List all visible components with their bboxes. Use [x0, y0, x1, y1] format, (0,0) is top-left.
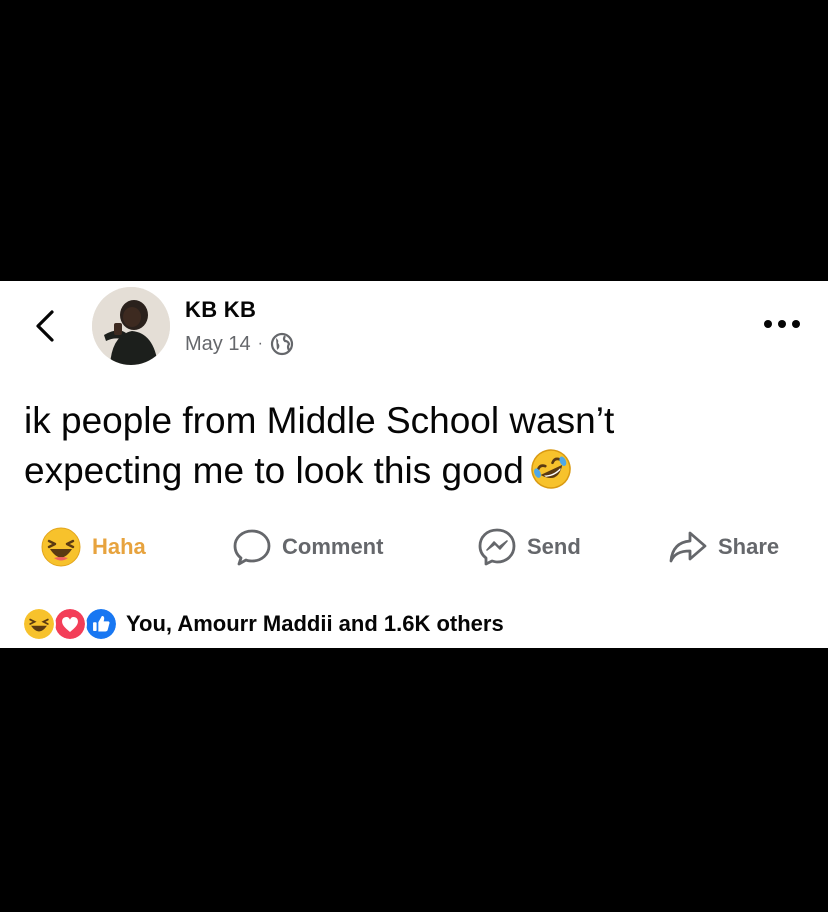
rolling-on-floor-laughing-emoji — [531, 449, 571, 489]
post-text: ik people from Middle School wasn’t expe… — [24, 396, 804, 496]
share-arrow-icon — [669, 531, 707, 563]
post-meta: May 14 · — [185, 332, 294, 356]
send-label: Send — [527, 534, 581, 559]
post-text-line-2: expecting me to look this good — [24, 446, 804, 496]
reaction-summary[interactable]: You, Amourr Maddii and 1.6K others — [22, 604, 504, 644]
back-button[interactable] — [26, 304, 66, 348]
comment-label: Comment — [282, 534, 384, 559]
more-options-button[interactable] — [760, 312, 804, 336]
share-button[interactable]: Share — [668, 525, 779, 569]
comment-bubble-icon — [233, 529, 271, 566]
like-icon — [84, 607, 118, 641]
more-dots-icon — [764, 320, 800, 328]
love-icon — [53, 607, 87, 641]
author-name[interactable]: KB KB — [185, 297, 256, 323]
globe-icon — [270, 332, 294, 356]
share-label: Share — [718, 534, 780, 559]
haha-icon — [22, 607, 56, 641]
meta-separator: · — [257, 335, 263, 352]
post-text-line-2-text: expecting me to look this good — [24, 450, 524, 491]
post-date[interactable]: May 14 — [185, 333, 251, 356]
reaction-icons — [22, 607, 120, 641]
haha-emoji-icon — [41, 527, 81, 567]
reaction-summary-text: You, Amourr Maddii and 1.6K others — [126, 611, 504, 636]
post-text-line-1: ik people from Middle School wasn’t — [24, 400, 615, 441]
send-button[interactable]: Send — [477, 525, 581, 569]
chevron-left-icon — [36, 310, 54, 342]
messenger-icon — [478, 528, 516, 566]
profile-photo — [92, 287, 170, 365]
comment-button[interactable]: Comment — [232, 525, 383, 569]
haha-label: Haha — [92, 534, 146, 559]
avatar[interactable] — [92, 287, 170, 365]
haha-reaction-button[interactable]: Haha — [40, 525, 146, 569]
